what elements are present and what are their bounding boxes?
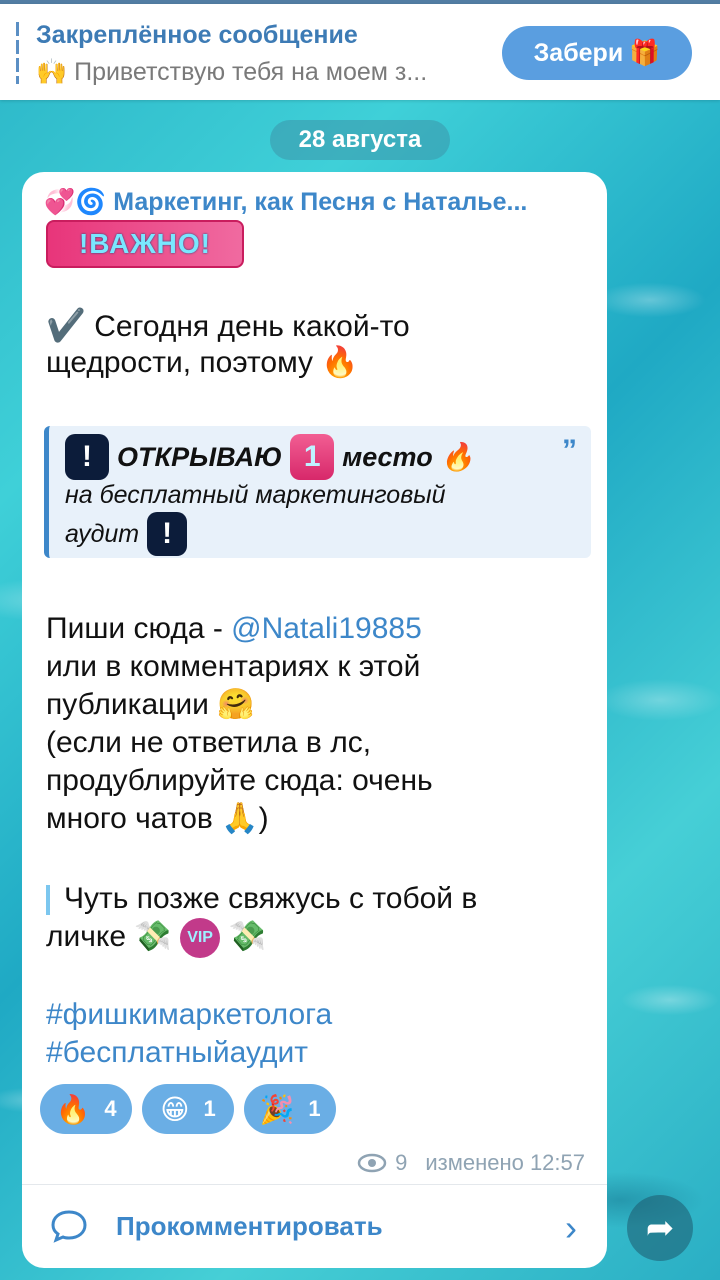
comment-icon bbox=[51, 1210, 87, 1243]
raising-hands-icon: 🙌 bbox=[36, 58, 68, 86]
pinned-action-button[interactable]: Забери 🎁 bbox=[502, 26, 692, 80]
pinned-preview-text: Приветствую тебя на моем з... bbox=[74, 58, 428, 86]
money-icon: 💸 bbox=[134, 920, 172, 953]
exclamation-icon: ! bbox=[147, 512, 188, 556]
message-line: или в комментариях к этой bbox=[46, 650, 421, 683]
chevron-right-icon: › bbox=[565, 1207, 577, 1248]
exclamation-icon: ! bbox=[65, 434, 109, 480]
number-one-icon: 1 bbox=[290, 434, 335, 480]
reaction-count: 1 bbox=[308, 1096, 321, 1121]
date-separator: 28 августа bbox=[270, 120, 450, 160]
fire-icon: 🔥 bbox=[55, 1093, 91, 1125]
grinning-face-icon: 😁 bbox=[160, 1093, 190, 1125]
check-icon: ✔️ bbox=[46, 307, 86, 343]
message-write-line: Пиши сюда - @Natali19885 bbox=[46, 612, 422, 645]
fire-icon: 🔥 bbox=[321, 346, 359, 379]
view-count: 9 bbox=[395, 1150, 408, 1175]
reactions-bar: 🔥 4 😁 1 🎉 1 bbox=[40, 1084, 336, 1134]
reaction-party[interactable]: 🎉 1 bbox=[244, 1084, 336, 1134]
message-line: Чуть позже свяжусь с тобой в bbox=[46, 880, 477, 918]
reaction-grin[interactable]: 😁 1 bbox=[142, 1084, 234, 1134]
message-bubble[interactable]: 💞🌀 Маркетинг, как Песня с Натальe... !ВА… bbox=[22, 172, 607, 1268]
reaction-fire[interactable]: 🔥 4 bbox=[40, 1084, 132, 1134]
message-line: (если не ответила в лс, bbox=[46, 726, 372, 759]
quote-block: ” ! ОТКРЫВАЮ 1 место 🔥 на бесплатный мар… bbox=[44, 426, 591, 558]
pinned-message-bar[interactable]: Закреплённое сообщение 🙌 Приветствую теб… bbox=[0, 4, 720, 100]
vip-icon: VIP bbox=[180, 918, 221, 959]
share-arrow-icon: ➦ bbox=[645, 1209, 675, 1247]
pinned-indicator bbox=[16, 22, 19, 84]
comment-label: Прокомментировать bbox=[116, 1211, 383, 1241]
reaction-count: 4 bbox=[104, 1096, 117, 1121]
edited-timestamp: изменено 12:57 bbox=[425, 1150, 585, 1175]
eye-icon bbox=[357, 1153, 387, 1173]
money-icon: 💸 bbox=[228, 920, 266, 953]
message-meta: 9 изменено 12:57 bbox=[357, 1150, 585, 1176]
channel-name: Маркетинг, как Песня с Натальe... bbox=[113, 188, 528, 216]
comment-button[interactable]: Прокомментировать › bbox=[22, 1185, 607, 1268]
pinned-title: Закреплённое сообщение bbox=[36, 21, 358, 49]
message-line-1: ✔️ Сегодня день какой-то bbox=[46, 307, 410, 343]
message-line: личке 💸 VIP 💸 bbox=[46, 918, 266, 959]
message-line-2: щедрости, поэтому 🔥 bbox=[46, 346, 359, 379]
quote-body: на бесплатный маркетинговый аудит ! bbox=[65, 478, 545, 556]
pinned-preview: 🙌 Приветствую тебя на моем з... bbox=[36, 58, 427, 87]
hashtag-link[interactable]: #бесплатныйаудит bbox=[46, 1034, 308, 1072]
praying-hands-icon: 🙏 bbox=[221, 802, 259, 835]
fire-icon: 🔥 bbox=[440, 442, 475, 472]
reaction-count: 1 bbox=[203, 1096, 216, 1121]
party-popper-icon: 🎉 bbox=[259, 1093, 295, 1125]
message-line: публикации 🤗 bbox=[46, 688, 255, 721]
pinned-action-label: Забери bbox=[533, 38, 624, 67]
quote-line-1: ! ОТКРЫВАЮ 1 место 🔥 bbox=[65, 434, 474, 480]
hugging-face-icon: 🤗 bbox=[217, 688, 255, 721]
message-line: продублируйте сюда: очень bbox=[46, 764, 433, 797]
gift-icon: 🎁 bbox=[629, 38, 661, 67]
channel-header[interactable]: 💞🌀 Маркетинг, как Песня с Натальe... bbox=[44, 188, 527, 217]
message-line: много чатов 🙏) bbox=[46, 802, 269, 835]
separator-bar-icon bbox=[46, 885, 50, 916]
share-button[interactable]: ➦ bbox=[627, 1195, 693, 1261]
hashtag-link[interactable]: #фишкимаркетолога bbox=[46, 996, 332, 1034]
quote-icon: ” bbox=[562, 434, 577, 467]
username-link[interactable]: @Natali19885 bbox=[231, 612, 422, 645]
important-badge: !ВАЖНО! bbox=[46, 220, 244, 268]
channel-emoji-icon: 💞🌀 bbox=[44, 188, 107, 216]
